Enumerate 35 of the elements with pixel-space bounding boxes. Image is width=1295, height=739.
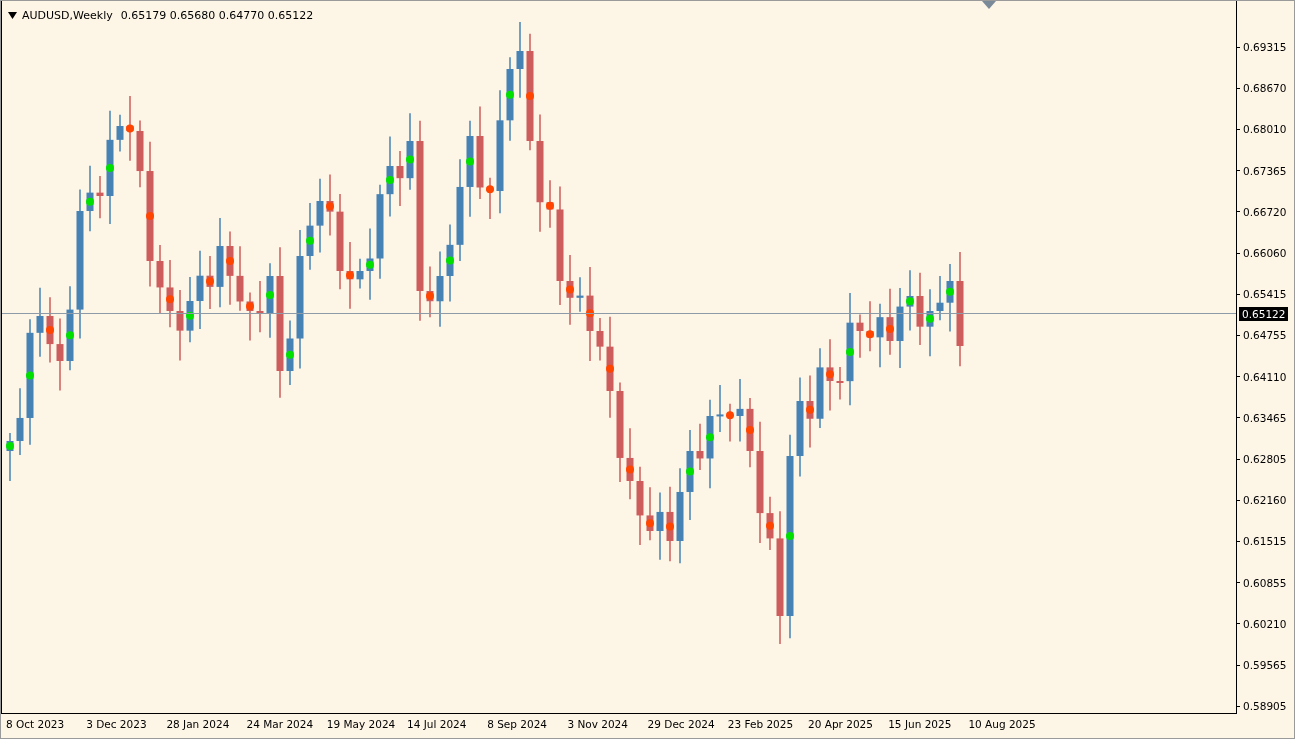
date-label: 3 Dec 2023 xyxy=(86,718,147,730)
date-label: 19 May 2024 xyxy=(326,718,396,730)
current-price-label: 0.65122 xyxy=(1239,307,1289,321)
date-label: 8 Sep 2024 xyxy=(487,718,548,730)
price-label: 0.69315 xyxy=(1243,41,1287,53)
price-label: 0.66720 xyxy=(1243,205,1287,218)
price-label: 0.62160 xyxy=(1243,494,1287,507)
dropdown-triangle-icon[interactable] xyxy=(8,12,17,19)
price-label: 0.60855 xyxy=(1243,576,1287,589)
chart-symbol-period: AUDUSD,Weekly xyxy=(22,9,113,22)
date-label: 23 Feb 2025 xyxy=(727,718,794,730)
price-label: 0.59565 xyxy=(1243,659,1287,671)
price-label: 0.58905 xyxy=(1243,700,1287,713)
price-label: 0.62805 xyxy=(1243,453,1287,465)
price-label: 0.67365 xyxy=(1243,164,1287,177)
date-label: 29 Dec 2024 xyxy=(647,718,715,730)
price-label: 0.66060 xyxy=(1243,247,1287,259)
price-label: 0.68670 xyxy=(1243,82,1287,95)
date-label: 15 Jun 2025 xyxy=(888,718,952,730)
price-label: 0.65415 xyxy=(1243,288,1287,301)
price-label: 0.64755 xyxy=(1243,329,1287,342)
price-label: 0.63465 xyxy=(1243,411,1287,424)
date-label: 24 Mar 2024 xyxy=(246,718,314,730)
date-label: 8 Oct 2023 xyxy=(6,718,65,730)
ohlc-values: 0.65179 0.65680 0.64770 0.65122 xyxy=(120,9,314,22)
date-label: 14 Jul 2024 xyxy=(407,718,467,730)
date-label: 10 Aug 2025 xyxy=(968,718,1036,730)
chart-shift-marker-icon[interactable] xyxy=(982,1,996,9)
price-label: 0.68010 xyxy=(1243,123,1287,136)
date-label: 20 Apr 2025 xyxy=(808,718,873,730)
price-label: 0.64110 xyxy=(1243,370,1287,383)
date-label: 3 Nov 2024 xyxy=(567,718,628,730)
price-label: 0.60210 xyxy=(1243,617,1287,630)
price-label: 0.61515 xyxy=(1243,535,1287,548)
date-label: 28 Jan 2024 xyxy=(166,718,230,730)
